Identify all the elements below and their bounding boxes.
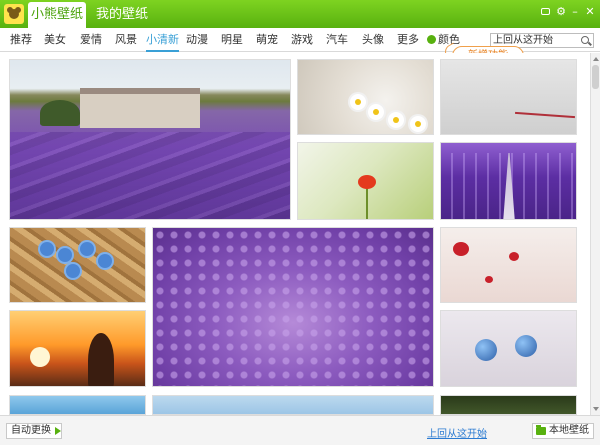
tab-my-wallpaper[interactable]: 我的壁纸 (96, 2, 148, 28)
auto-change-button[interactable]: 自动更换 (6, 423, 62, 439)
search-icon[interactable] (579, 34, 593, 47)
close-icon[interactable]: ✕ (583, 5, 597, 19)
thumbnail-daisies[interactable] (297, 59, 434, 135)
nav-item-scenery[interactable]: 风景 (115, 28, 137, 52)
message-icon[interactable] (538, 5, 552, 19)
gallery-scrollbar[interactable] (590, 53, 600, 415)
thumbnail-lavender-field[interactable] (9, 59, 291, 220)
thumbnail-lavender-rows[interactable] (440, 142, 577, 220)
resume-link[interactable]: 上回从这开始 (427, 425, 487, 440)
nav-item-pets[interactable]: 萌宠 (256, 28, 278, 52)
nav-item-more[interactable]: 更多 (397, 28, 419, 52)
thumbnail-blue-flowers[interactable] (9, 227, 146, 303)
thumbnail-people-sky[interactable] (9, 395, 146, 415)
local-wallpaper-label: 本地壁纸 (549, 425, 589, 436)
folder-icon (536, 425, 546, 435)
nav-item-anime[interactable]: 动漫 (186, 28, 208, 52)
thumbnail-lavender-closeup[interactable] (152, 227, 434, 387)
scroll-down-icon[interactable] (592, 405, 600, 413)
thumbnail-sunset-girl[interactable] (9, 310, 146, 387)
wallpaper-gallery (0, 53, 590, 415)
thumbnail-red-poppies[interactable] (440, 227, 577, 303)
thumbnail-dark-forest[interactable] (440, 395, 577, 415)
scroll-up-icon[interactable] (592, 55, 600, 63)
minimize-icon[interactable]: – (568, 5, 582, 19)
thumbnail-blue-sky[interactable] (152, 395, 434, 415)
nav-item-fresh[interactable]: 小清新 (146, 28, 179, 52)
nav-item-recommend[interactable]: 推荐 (10, 28, 32, 52)
gear-icon[interactable]: ⚙ (554, 5, 568, 19)
play-icon (55, 427, 61, 435)
scroll-thumb[interactable] (592, 65, 599, 89)
thumbnail-pencil[interactable] (440, 59, 577, 135)
nav-item-star[interactable]: 明星 (221, 28, 243, 52)
color-dot-icon (427, 35, 436, 44)
tab-xiaoxiong-wallpaper[interactable]: 小熊壁纸 (28, 2, 86, 28)
nav-item-beauty[interactable]: 美女 (44, 28, 66, 52)
title-bar: 小熊壁纸 我的壁纸 ⚙ – ✕ (0, 0, 600, 28)
nav-item-avatar[interactable]: 头像 (362, 28, 384, 52)
auto-change-label: 自动更换 (11, 425, 51, 436)
app-logo-icon (4, 4, 24, 24)
nav-item-cars[interactable]: 汽车 (326, 28, 348, 52)
nav-item-love[interactable]: 爱情 (80, 28, 102, 52)
nav-item-games[interactable]: 游戏 (291, 28, 313, 52)
status-bar: 自动更换 上回从这开始 本地壁纸 (0, 415, 600, 445)
thumbnail-blue-toys[interactable] (440, 310, 577, 387)
thumbnail-red-poppy[interactable] (297, 142, 434, 220)
local-wallpaper-button[interactable]: 本地壁纸 (532, 423, 594, 439)
